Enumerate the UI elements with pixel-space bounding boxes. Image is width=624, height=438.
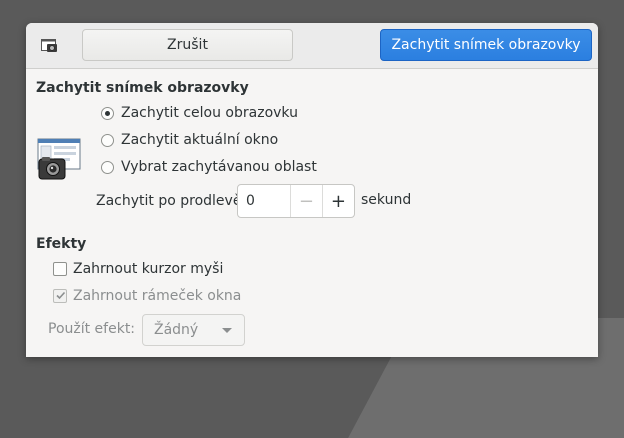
capture-section-title: Zachytit snímek obrazovky xyxy=(36,80,249,96)
checkmark-icon xyxy=(56,291,66,300)
header-bar: Zrušit Zachytit snímek obrazovky xyxy=(26,23,598,69)
delay-label: Zachytit po prodlevě xyxy=(96,193,242,209)
increment-icon[interactable]: + xyxy=(323,185,354,217)
delay-unit-label: sekund xyxy=(361,192,412,208)
effect-combobox: Žádný xyxy=(142,314,245,346)
delay-value-field[interactable]: 0 xyxy=(238,185,291,217)
radio-label: Zachytit celou obrazovku xyxy=(121,105,298,121)
cancel-button[interactable]: Zrušit xyxy=(82,29,293,61)
radio-button[interactable] xyxy=(101,133,114,147)
checkbox-checked-disabled xyxy=(53,289,67,303)
screenshot-dialog: Zrušit Zachytit snímek obrazovky Zachyti… xyxy=(26,23,598,357)
checkbox-label: Zahrnout rámeček okna xyxy=(73,288,242,304)
apply-effect-label: Použít efekt: xyxy=(48,321,136,337)
chevron-down-icon xyxy=(222,328,232,333)
radio-select-area[interactable]: Vybrat zachytávanou oblast xyxy=(101,159,317,175)
effect-value: Žádný xyxy=(154,322,199,338)
effects-section-title: Efekty xyxy=(36,236,87,252)
screenshot-icon xyxy=(41,39,57,52)
radio-button[interactable] xyxy=(101,160,114,174)
checkbox-label: Zahrnout kurzor myši xyxy=(73,261,224,277)
take-screenshot-button[interactable]: Zachytit snímek obrazovky xyxy=(380,29,592,61)
checkbox[interactable] xyxy=(53,262,67,276)
include-border-check: Zahrnout rámeček okna xyxy=(53,288,241,304)
decrement-icon[interactable]: − xyxy=(291,185,323,217)
delay-row: Zachytit po prodlevě xyxy=(96,184,241,218)
radio-label: Zachytit aktuální okno xyxy=(121,132,279,148)
screenshot-app-icon xyxy=(37,138,81,180)
include-pointer-check[interactable]: Zahrnout kurzor myši xyxy=(53,261,223,277)
radio-label: Vybrat zachytávanou oblast xyxy=(121,159,317,175)
radio-whole-screen[interactable]: Zachytit celou obrazovku xyxy=(101,105,298,121)
radio-button-selected[interactable] xyxy=(101,106,114,120)
delay-spinbutton[interactable]: 0 − + xyxy=(237,184,355,218)
radio-current-window[interactable]: Zachytit aktuální okno xyxy=(101,132,278,148)
